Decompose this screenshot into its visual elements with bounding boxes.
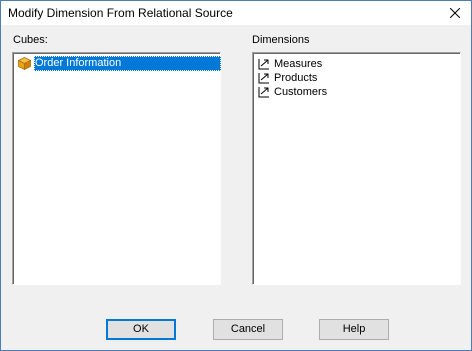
dimensions-listbox[interactable]: Measures Products Customers — [252, 52, 461, 285]
close-button[interactable] — [439, 1, 471, 25]
dimension-icon — [258, 73, 269, 84]
cube-icon — [18, 57, 31, 70]
help-button[interactable]: Help — [319, 319, 389, 340]
cancel-button[interactable]: Cancel — [213, 319, 283, 340]
dimension-icon — [258, 59, 269, 70]
title-bar[interactable]: Modify Dimension From Relational Source — [1, 1, 471, 25]
dimensions-label: Dimensions — [252, 34, 310, 46]
cube-item-label: Order Information — [34, 56, 221, 71]
close-icon — [450, 8, 460, 18]
cubes-listbox[interactable]: Order Information — [12, 52, 221, 285]
list-item-dimension[interactable]: Customers — [257, 85, 457, 99]
dialog-window: Modify Dimension From Relational Source … — [0, 0, 472, 351]
dimension-item-label: Measures — [274, 58, 323, 70]
list-item-dimension[interactable]: Measures — [257, 57, 457, 71]
dimension-item-label: Products — [274, 72, 318, 84]
window-title: Modify Dimension From Relational Source — [8, 6, 233, 20]
ok-button[interactable]: OK — [106, 319, 176, 340]
dimension-item-label: Customers — [274, 86, 328, 98]
list-item-dimension[interactable]: Products — [257, 71, 457, 85]
cubes-label: Cubes: — [13, 34, 48, 46]
list-item-cube[interactable]: Order Information — [17, 56, 221, 71]
dimension-icon — [258, 87, 269, 98]
